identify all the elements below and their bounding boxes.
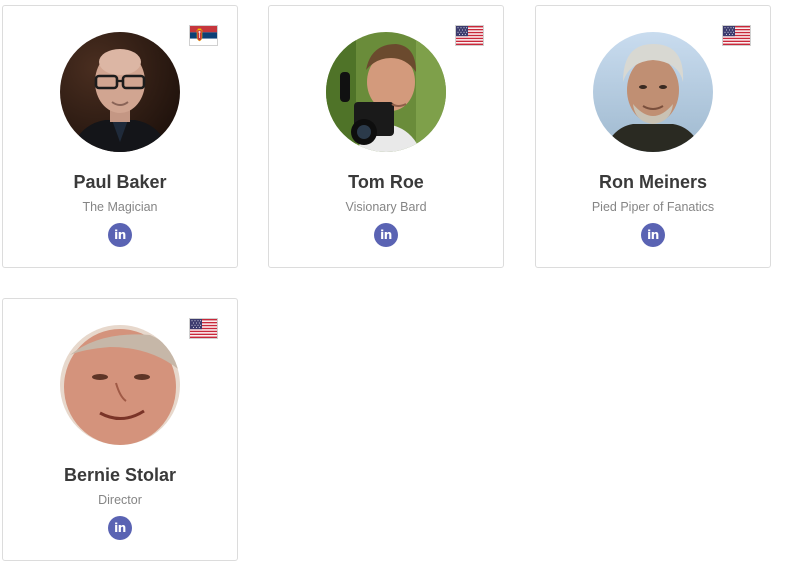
- team-card: Tom Roe Visionary Bard in: [268, 5, 504, 268]
- linkedin-icon: in: [380, 228, 392, 242]
- linkedin-button[interactable]: in: [374, 223, 398, 247]
- member-role: Pied Piper of Fanatics: [591, 200, 715, 214]
- linkedin-button[interactable]: in: [108, 223, 132, 247]
- usa-flag-icon: [723, 26, 750, 45]
- member-name: Bernie Stolar: [63, 465, 177, 485]
- avatar: [326, 32, 446, 152]
- serbia-flag-icon: [190, 26, 217, 45]
- member-role: Director: [98, 493, 142, 507]
- member-name: Tom Roe: [348, 172, 424, 192]
- member-name: Paul Baker: [73, 172, 167, 192]
- linkedin-icon: in: [114, 521, 126, 535]
- linkedin-icon: in: [647, 228, 659, 242]
- team-card: Bernie Stolar Director in: [2, 298, 238, 561]
- team-card: Ron Meiners Pied Piper of Fanatics in: [535, 5, 771, 268]
- avatar: [60, 325, 180, 445]
- linkedin-button[interactable]: in: [108, 516, 132, 540]
- member-role: The Magician: [82, 200, 158, 214]
- avatar: [60, 32, 180, 152]
- member-role: Visionary Bard: [345, 200, 427, 214]
- member-name: Ron Meiners: [598, 172, 708, 192]
- usa-flag-icon: [190, 319, 217, 338]
- linkedin-icon: in: [114, 228, 126, 242]
- avatar: [593, 32, 713, 152]
- usa-flag-icon: [456, 26, 483, 45]
- linkedin-button[interactable]: in: [641, 223, 665, 247]
- team-card: Paul Baker The Magician in: [2, 5, 238, 268]
